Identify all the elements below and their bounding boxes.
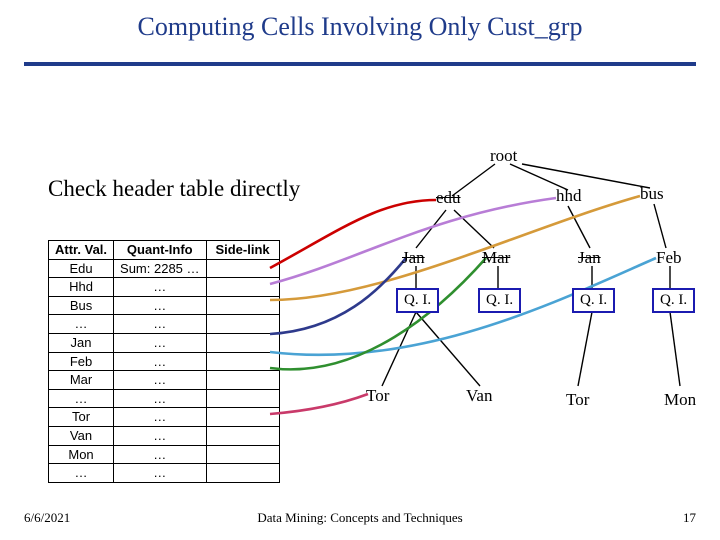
node-hhd: hhd bbox=[556, 186, 582, 206]
node-jan: Jan bbox=[402, 248, 425, 268]
footer-page: 17 bbox=[683, 510, 696, 526]
node-mar: Mar bbox=[482, 248, 510, 268]
node-edu: edu bbox=[436, 188, 461, 208]
node-feb: Feb bbox=[656, 248, 682, 268]
node-tor: Tor bbox=[366, 386, 389, 406]
tree-edges bbox=[0, 0, 720, 540]
node-bus: bus bbox=[640, 184, 664, 204]
qi-box: Q. I. bbox=[478, 288, 521, 313]
node-van: Van bbox=[466, 386, 492, 406]
footer-center: Data Mining: Concepts and Techniques bbox=[0, 510, 720, 526]
node-tor2: Tor bbox=[566, 390, 589, 410]
qi-box: Q. I. bbox=[396, 288, 439, 313]
qi-box: Q. I. bbox=[572, 288, 615, 313]
node-root: root bbox=[490, 146, 517, 166]
node-jan2: Jan bbox=[578, 248, 601, 268]
qi-box: Q. I. bbox=[652, 288, 695, 313]
node-mon: Mon bbox=[664, 390, 696, 410]
